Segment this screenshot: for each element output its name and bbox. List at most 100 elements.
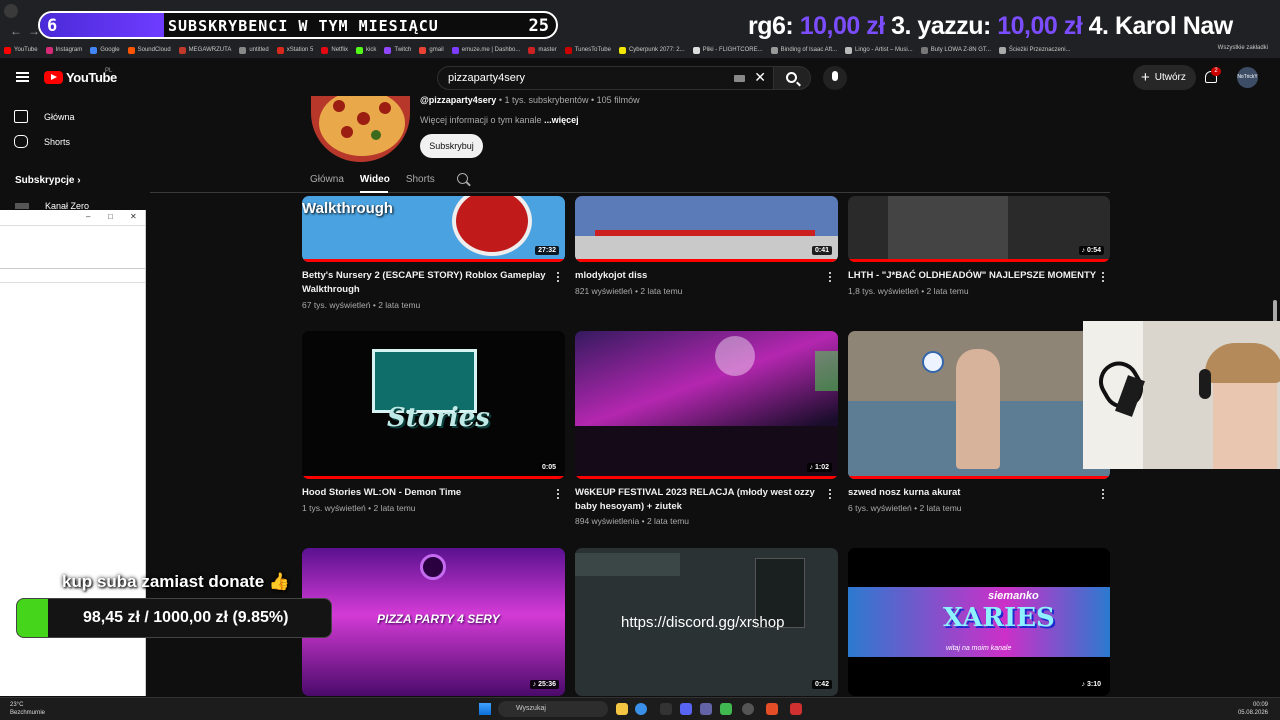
- start-button-icon[interactable]: [479, 703, 491, 715]
- video-thumbnail[interactable]: ♪ 1:02: [575, 331, 838, 479]
- video-title[interactable]: Betty's Nursery 2 (ESCAPE STORY) Roblox …: [302, 269, 547, 297]
- subscriptions-label: Subskrypcje: [15, 175, 75, 186]
- bookmark-item[interactable]: gmail: [419, 46, 444, 54]
- search-input[interactable]: [448, 70, 728, 86]
- thumb-subtext: witaj na moim kanale: [946, 645, 1012, 652]
- keyboard-icon[interactable]: [734, 75, 745, 82]
- bookmark-item[interactable]: YouTube: [4, 46, 38, 54]
- duration-badge: ♪ 0:54: [1078, 246, 1104, 255]
- bookmark-item[interactable]: emuze.me | Dashbo...: [451, 46, 520, 54]
- bookmark-item[interactable]: Binding of Isaac Aft...: [770, 46, 837, 54]
- video-thumbnail[interactable]: ♪ 0:54: [848, 196, 1110, 262]
- bookmark-item[interactable]: xStation 5: [276, 46, 313, 54]
- subscriptions-heading[interactable]: Subskrypcje ›: [15, 175, 81, 186]
- app-icon[interactable]: [766, 703, 778, 715]
- discord-icon[interactable]: [680, 703, 692, 715]
- menu-icon[interactable]: [16, 72, 29, 82]
- file-explorer-icon[interactable]: [616, 703, 628, 715]
- teams-icon[interactable]: [700, 703, 712, 715]
- clock[interactable]: 00:09 05.08.2026: [1238, 701, 1268, 717]
- bookmarks-bar: YouTube Instagram Google SoundCloud MEGAWRZU…: [0, 42, 1280, 58]
- bookmark-favicon-icon: [321, 46, 329, 54]
- bookmark-item[interactable]: master: [528, 46, 557, 54]
- thumb-subtext: siemanko: [988, 590, 1039, 602]
- app-icon[interactable]: [660, 703, 672, 715]
- bookmark-item[interactable]: TunesToTube: [564, 46, 611, 54]
- bookmark-item[interactable]: untitled: [239, 46, 269, 54]
- app-icon[interactable]: [790, 703, 802, 715]
- create-button[interactable]: + Utwórz: [1133, 65, 1196, 90]
- all-bookmarks-link[interactable]: Wszystkie zakładki: [1218, 45, 1268, 51]
- bookmark-item[interactable]: SoundCloud: [127, 46, 171, 54]
- sidebar-item-shorts[interactable]: Shorts: [14, 135, 70, 148]
- video-title[interactable]: LHTH - "J*BAĆ OLDHEADÓW" NAJLEPSZE MOMEN…: [848, 269, 1096, 283]
- account-avatar[interactable]: NoTrickY: [1237, 67, 1258, 88]
- bookmark-item[interactable]: Netflix: [321, 46, 348, 54]
- bookmark-label: master: [538, 47, 557, 53]
- video-thumbnail[interactable]: 0:41: [575, 196, 838, 262]
- ticker-name-1: rg6:: [748, 12, 794, 40]
- tab-shorts[interactable]: Shorts: [406, 174, 435, 185]
- taskbar-search[interactable]: Wyszukaj: [498, 701, 608, 717]
- window-titlebar: – □ ✕: [0, 210, 145, 226]
- app-icon[interactable]: [720, 703, 732, 715]
- video-thumbnail[interactable]: Walkthrough 27:32: [302, 196, 565, 262]
- bookmark-item[interactable]: Google: [90, 46, 120, 54]
- app-icon[interactable]: [742, 703, 754, 715]
- video-title[interactable]: mlodykojot diss: [575, 269, 820, 283]
- sidebar-item-home[interactable]: Główna: [14, 110, 75, 123]
- bookmark-label: Pliki - FLIGHTCORE...: [702, 47, 763, 53]
- more-options-icon[interactable]: [829, 489, 832, 500]
- close-icon[interactable]: ✕: [130, 212, 137, 221]
- search-button[interactable]: [774, 66, 811, 90]
- bookmark-item[interactable]: Buty LOWA Z-8N GT...: [920, 46, 991, 54]
- bookmark-item[interactable]: Ścieżki Przeznaczeni...: [998, 46, 1071, 54]
- bookmark-item[interactable]: Instagram: [45, 46, 82, 54]
- duration-badge: 0:41: [811, 246, 832, 255]
- more-options-icon[interactable]: [1102, 489, 1105, 500]
- page-scrollbar[interactable]: [1273, 300, 1277, 322]
- video-thumbnail[interactable]: [848, 331, 1110, 479]
- tab-videos[interactable]: Wideo: [360, 174, 390, 185]
- channel-search-icon[interactable]: [457, 173, 468, 184]
- tab-home[interactable]: Główna: [310, 174, 344, 185]
- bookmark-favicon-icon: [920, 46, 928, 54]
- more-info-link[interactable]: ...więcej: [544, 115, 579, 125]
- bookmark-label: Ścieżki Przeznaczeni...: [1008, 47, 1071, 53]
- channel-more-info[interactable]: Więcej informacji o tym kanale ...więcej: [420, 115, 579, 125]
- more-options-icon[interactable]: [1102, 272, 1105, 283]
- thumb-text: PIZZA PARTY 4 SERY: [377, 612, 500, 626]
- more-options-icon[interactable]: [557, 272, 560, 283]
- video-title[interactable]: W6KEUP FESTIVAL 2023 RELACJA (młody west…: [575, 486, 825, 514]
- maximize-icon[interactable]: □: [108, 212, 113, 221]
- window-input[interactable]: [0, 269, 145, 283]
- bookmark-item[interactable]: MEGAWRZUTA: [178, 46, 231, 54]
- video-thumbnail[interactable]: Stories 0:05: [302, 331, 565, 479]
- bookmark-item[interactable]: Twitch: [384, 46, 411, 54]
- video-title[interactable]: Hood Stories WL:ON - Demon Time: [302, 486, 547, 500]
- minimize-icon[interactable]: –: [86, 212, 90, 221]
- bookmark-favicon-icon: [384, 46, 392, 54]
- tab-search-icon[interactable]: [4, 4, 18, 18]
- video-thumbnail[interactable]: https://discord.gg/xrshop 0:42: [575, 548, 838, 696]
- channel-avatar[interactable]: [311, 96, 410, 162]
- channel-icon: [15, 203, 29, 209]
- search-box[interactable]: ✕: [437, 66, 774, 90]
- bookmark-item[interactable]: Pliki - FLIGHTCORE...: [692, 46, 763, 54]
- video-title[interactable]: szwed nosz kurna akurat: [848, 486, 1093, 500]
- more-options-icon[interactable]: [829, 272, 832, 283]
- back-icon[interactable]: ←: [10, 24, 22, 38]
- bookmark-favicon-icon: [845, 46, 853, 54]
- bookmark-item[interactable]: kick: [356, 46, 376, 54]
- youtube-logo-icon[interactable]: [44, 71, 63, 84]
- chrome-icon[interactable]: [635, 703, 647, 715]
- clear-search-icon[interactable]: ✕: [754, 69, 766, 86]
- video-thumbnail[interactable]: XARIES siemanko witaj na moim kanale ♪ 3…: [848, 548, 1110, 696]
- subscribe-button[interactable]: Subskrybuj: [420, 134, 483, 158]
- bookmark-item[interactable]: Cyberpunk 2077: 2...: [618, 46, 685, 54]
- weather-widget[interactable]: 23°C Bezchmurnie: [10, 701, 45, 717]
- bookmark-item[interactable]: Lingo - Artist – Musi...: [845, 46, 913, 54]
- voice-search-button[interactable]: [823, 66, 847, 90]
- more-options-icon[interactable]: [557, 489, 560, 500]
- video-thumbnail[interactable]: PIZZA PARTY 4 SERY ♪ 25:36: [302, 548, 565, 696]
